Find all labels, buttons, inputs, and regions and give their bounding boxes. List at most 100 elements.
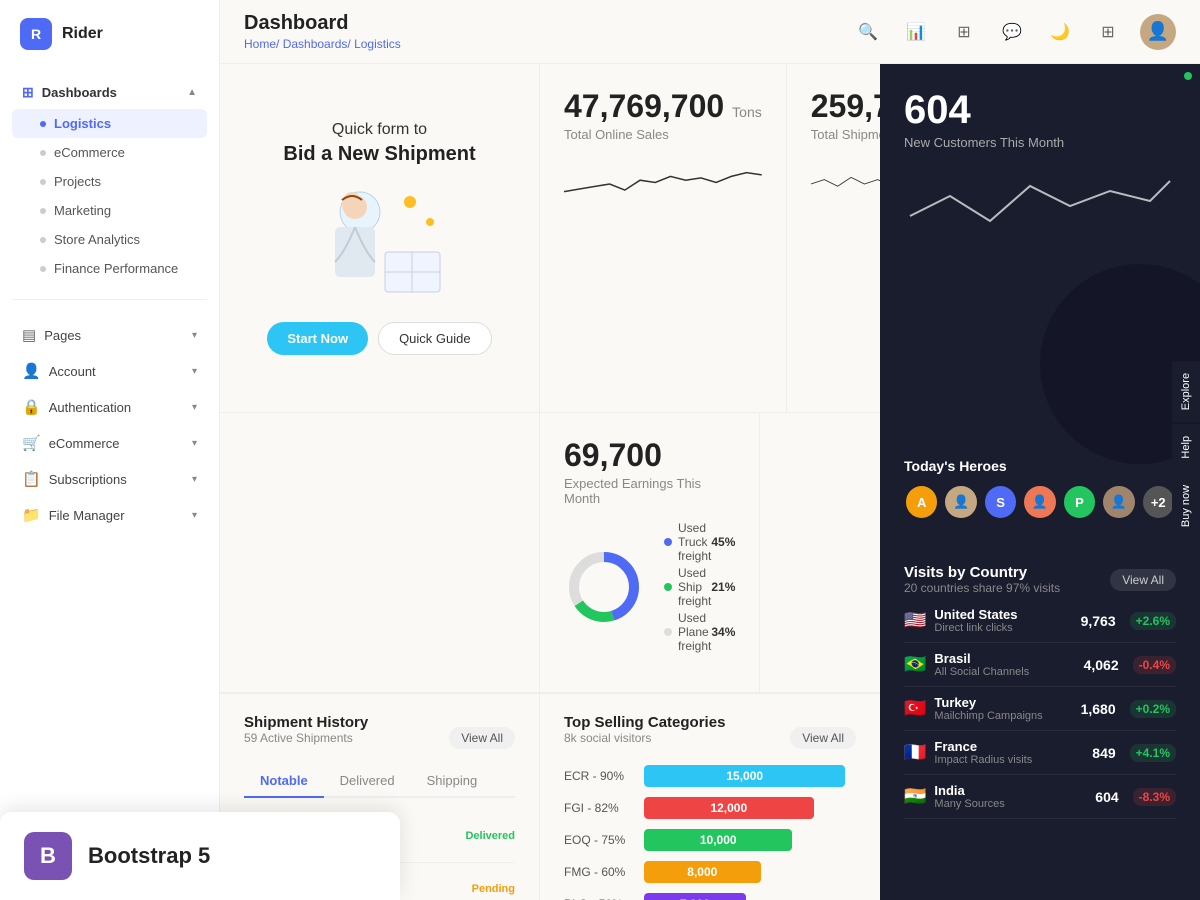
country-row-tr: 🇹🇷 Turkey Mailchimp Campaigns 1,680 +0.2… bbox=[904, 687, 1176, 731]
bar-row-5: PLG - 50% 7,000 bbox=[564, 893, 856, 900]
logo: R Rider bbox=[0, 0, 219, 68]
search-icon[interactable]: 🔍 bbox=[852, 16, 884, 48]
explore-tab[interactable]: Explore bbox=[1172, 361, 1200, 422]
chevron-down-icon: ▾ bbox=[192, 510, 197, 521]
earnings-label: Expected Earnings This Month bbox=[564, 476, 735, 506]
theme-toggle[interactable]: 🌙 bbox=[1044, 16, 1076, 48]
help-tab[interactable]: Help bbox=[1172, 424, 1200, 471]
promo-illustration bbox=[300, 182, 460, 302]
sidebar-item-filemanager[interactable]: 📁 File Manager ▾ bbox=[12, 498, 207, 532]
breadcrumb: Home/ Dashboards/ Logistics bbox=[244, 37, 401, 51]
total-shipments-number: 259,786 bbox=[811, 88, 880, 125]
chevron-up-icon: ▲ bbox=[187, 87, 197, 98]
countries-subtitle: 20 countries share 97% visits bbox=[904, 581, 1060, 595]
user-avatar[interactable]: 👤 bbox=[1140, 14, 1176, 50]
tab-delivered[interactable]: Delivered bbox=[324, 765, 411, 798]
shipment-view-all-button[interactable]: View All bbox=[449, 727, 515, 749]
start-now-button[interactable]: Start Now bbox=[267, 322, 368, 355]
bar-row-4: FMG - 60% 8,000 bbox=[564, 861, 856, 883]
chevron-down-icon: ▾ bbox=[192, 438, 197, 449]
sidebar-item-authentication[interactable]: 🔒 Authentication ▾ bbox=[12, 390, 207, 424]
sidebar-item-finance[interactable]: Finance Performance bbox=[12, 254, 207, 283]
promo-card: Quick form to Bid a New Shipment bbox=[244, 88, 515, 388]
bootstrap-label: Bootstrap 5 bbox=[88, 843, 210, 869]
shipments-chart bbox=[811, 154, 880, 214]
sidebar: R Rider ⊞ Dashboards ▲ Logistics eCommer… bbox=[0, 0, 220, 900]
flag-in: 🇮🇳 bbox=[904, 786, 926, 807]
quick-guide-button[interactable]: Quick Guide bbox=[378, 322, 492, 355]
sidebar-item-pages[interactable]: ▤ Pages ▾ bbox=[12, 318, 207, 352]
sidebar-item-logistics[interactable]: Logistics bbox=[12, 109, 207, 138]
sidebar-item-ecommerce-main[interactable]: 🛒 eCommerce ▾ bbox=[12, 426, 207, 460]
plane-dot bbox=[664, 628, 672, 636]
country-info-us: United States Direct link clicks bbox=[934, 607, 1072, 634]
bar-fill-1: 15,000 bbox=[644, 765, 845, 787]
bootstrap-overlay: B Bootstrap 5 bbox=[0, 812, 400, 900]
chart-icon[interactable]: 📊 bbox=[900, 16, 932, 48]
illustration-svg bbox=[300, 182, 460, 302]
plane-pct: 34% bbox=[711, 625, 735, 639]
bar-label-1: ECR - 90% bbox=[564, 769, 634, 783]
header-left: Dashboard Home/ Dashboards/ Logistics bbox=[244, 12, 401, 51]
country-row-us: 🇺🇸 United States Direct link clicks 9,76… bbox=[904, 599, 1176, 643]
country-sub-tr: Mailchimp Campaigns bbox=[934, 710, 1072, 722]
shipment-tabs: Notable Delivered Shipping bbox=[244, 765, 515, 798]
tab-notable[interactable]: Notable bbox=[244, 765, 324, 798]
sidebar-item-store-analytics[interactable]: Store Analytics bbox=[12, 225, 207, 254]
country-num-us: 9,763 bbox=[1081, 613, 1116, 629]
dot bbox=[40, 237, 46, 243]
sidebar-item-projects[interactable]: Projects bbox=[12, 167, 207, 196]
apps-icon[interactable]: ⊞ bbox=[1092, 16, 1124, 48]
country-sub-us: Direct link clicks bbox=[934, 622, 1072, 634]
truck-pct: 45% bbox=[711, 535, 735, 549]
todays-heroes-section: Today's Heroes A 👤 S 👤 P 👤 +2 bbox=[904, 458, 1176, 520]
sidebar-item-account[interactable]: 👤 Account ▾ bbox=[12, 354, 207, 388]
sidebar-dashboards-header[interactable]: ⊞ Dashboards ▲ bbox=[12, 76, 207, 109]
total-sales-cell: 47,769,700 Tons Total Online Sales bbox=[540, 64, 787, 412]
donut-row: Used Truck freight 45% Used Ship freight… bbox=[564, 518, 735, 656]
country-sub-fr: Impact Radius visits bbox=[934, 754, 1084, 766]
flag-br: 🇧🇷 bbox=[904, 654, 926, 675]
middle-grid: 69,700 Expected Earnings This Month bbox=[220, 413, 880, 693]
chevron-down-icon: ▾ bbox=[192, 366, 197, 377]
chevron-down-icon: ▾ bbox=[192, 474, 197, 485]
total-shipments-card: 259,786 Total Shipments bbox=[811, 88, 880, 219]
country-row-fr: 🇫🇷 France Impact Radius visits 849 +4.1% bbox=[904, 731, 1176, 775]
grid-icon[interactable]: ⊞ bbox=[948, 16, 980, 48]
bar-fill-4: 8,000 bbox=[644, 861, 761, 883]
country-info-br: Brasil All Social Channels bbox=[934, 651, 1075, 678]
country-change-fr: +4.1% bbox=[1130, 744, 1176, 762]
bar-row-1: ECR - 90% 15,000 bbox=[564, 765, 856, 787]
tab-shipping[interactable]: Shipping bbox=[411, 765, 494, 798]
country-num-tr: 1,680 bbox=[1081, 701, 1116, 717]
sidebar-item-ecommerce[interactable]: eCommerce bbox=[12, 138, 207, 167]
bar-fill-3: 10,000 bbox=[644, 829, 792, 851]
bar-label-2: FGI - 82% bbox=[564, 801, 634, 815]
header: Dashboard Home/ Dashboards/ Logistics 🔍 … bbox=[220, 0, 1200, 64]
categories-view-all-button[interactable]: View All bbox=[790, 727, 856, 749]
countries-view-all-button[interactable]: View All bbox=[1110, 569, 1176, 591]
country-change-us: +2.6% bbox=[1130, 612, 1176, 630]
country-change-tr: +0.2% bbox=[1130, 700, 1176, 718]
active-dot bbox=[40, 121, 46, 127]
chat-icon[interactable]: 💬 bbox=[996, 16, 1028, 48]
ship-status-1: Delivered bbox=[465, 830, 515, 842]
sidebar-item-marketing[interactable]: Marketing bbox=[12, 196, 207, 225]
hero-avatar-2: 👤 bbox=[943, 484, 978, 520]
dark-panel-top: 604 New Customers This Month Today's Her… bbox=[880, 64, 1200, 544]
countries-list: 🇺🇸 United States Direct link clicks 9,76… bbox=[904, 599, 1176, 819]
flag-us: 🇺🇸 bbox=[904, 610, 926, 631]
total-shipments-cell: 259,786 Total Shipments bbox=[787, 64, 880, 412]
ecommerce-icon: 🛒 bbox=[22, 434, 41, 452]
bar-label-4: FMG - 60% bbox=[564, 865, 634, 879]
buy-now-tab[interactable]: Buy now bbox=[1172, 473, 1200, 539]
bar-fill-2: 12,000 bbox=[644, 797, 814, 819]
page-title: Dashboard bbox=[244, 12, 401, 35]
customers-cell bbox=[760, 413, 880, 692]
plane-legend: Used Plane freight 34% bbox=[664, 611, 735, 653]
categories-sub: 8k social visitors bbox=[564, 731, 725, 745]
account-icon: 👤 bbox=[22, 362, 41, 380]
hero-avatar-1: A bbox=[904, 484, 939, 520]
sidebar-item-subscriptions[interactable]: 📋 Subscriptions ▾ bbox=[12, 462, 207, 496]
countries-header: Visits by Country 20 countries share 97%… bbox=[904, 564, 1176, 595]
